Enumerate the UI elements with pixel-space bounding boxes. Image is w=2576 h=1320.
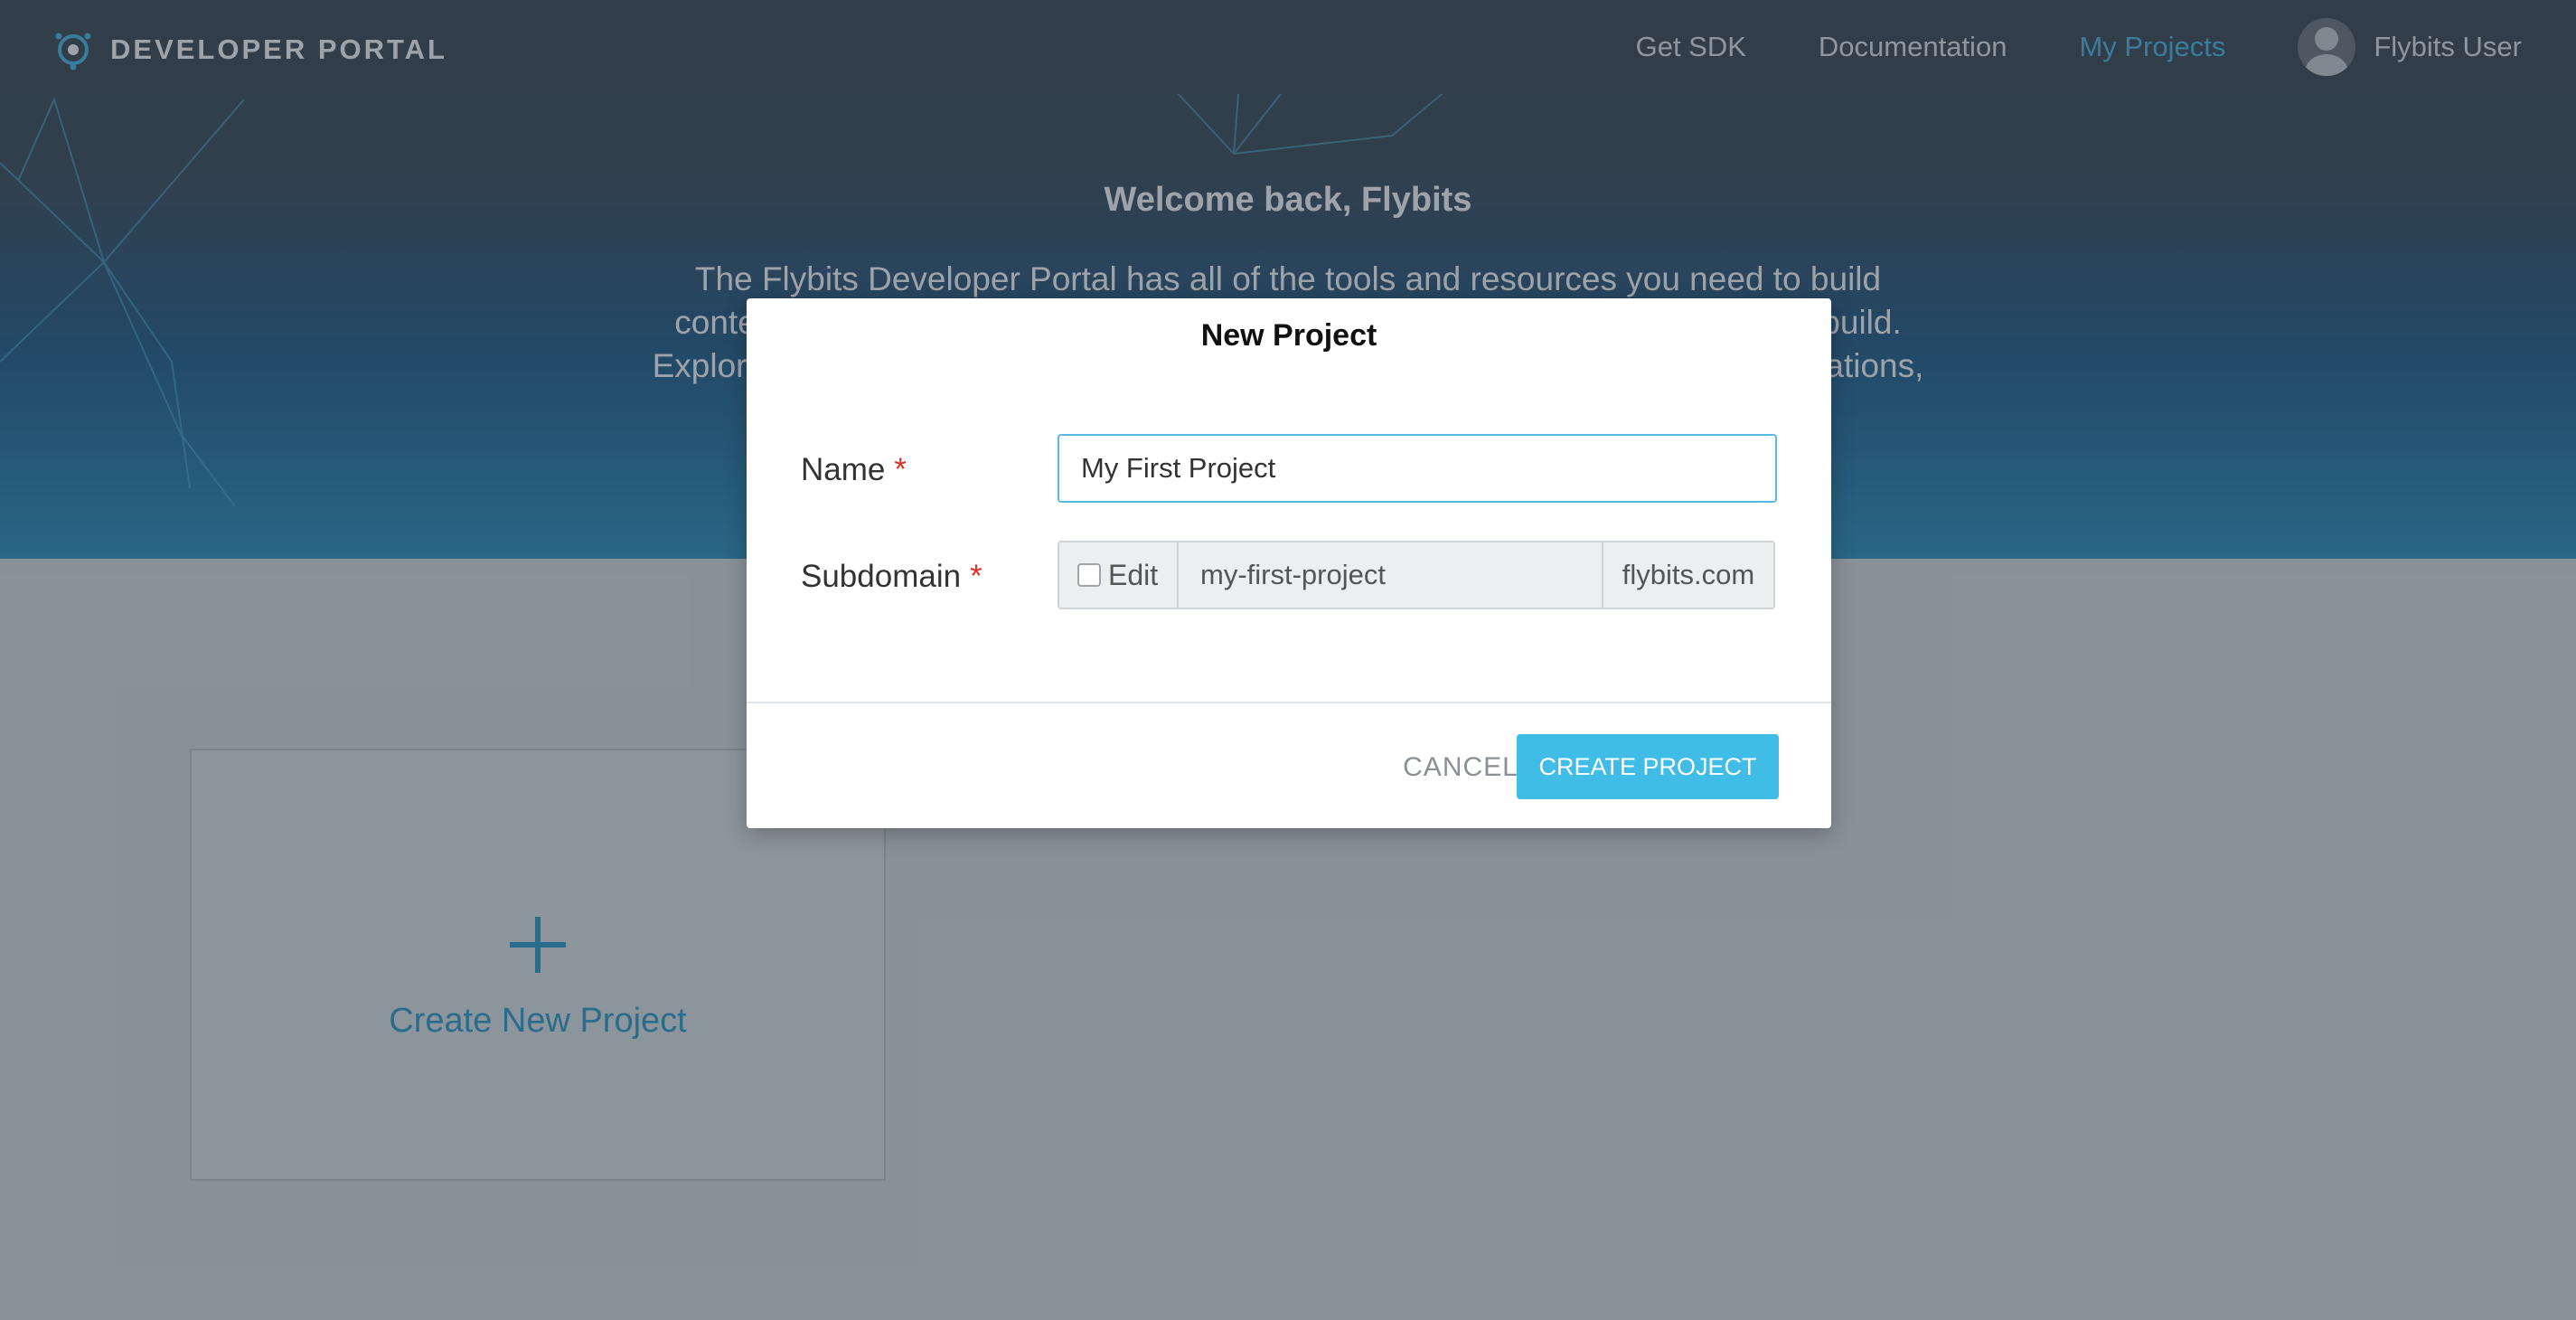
new-project-dialog: New Project Name* Subdomain* Edit flybit… bbox=[747, 298, 1831, 828]
subdomain-input[interactable] bbox=[1179, 542, 1602, 608]
subdomain-suffix: flybits.com bbox=[1602, 542, 1773, 608]
edit-subdomain-toggle[interactable]: Edit bbox=[1059, 542, 1179, 608]
required-marker: * bbox=[970, 559, 982, 594]
create-project-button[interactable]: CREATE PROJECT bbox=[1517, 734, 1779, 799]
name-label-text: Name bbox=[801, 452, 886, 487]
subdomain-label: Subdomain * bbox=[801, 559, 982, 595]
name-label: Name * bbox=[801, 452, 907, 488]
edit-label: Edit bbox=[1108, 558, 1159, 591]
project-name-input[interactable] bbox=[1058, 434, 1777, 503]
dialog-title: New Project bbox=[1200, 318, 1377, 353]
subdomain-field-group: Edit flybits.com bbox=[1058, 541, 1775, 609]
edit-checkbox[interactable] bbox=[1077, 563, 1101, 587]
subdomain-label-text: Subdomain bbox=[801, 559, 962, 594]
required-marker: * bbox=[894, 452, 907, 487]
dialog-divider bbox=[747, 702, 1831, 703]
